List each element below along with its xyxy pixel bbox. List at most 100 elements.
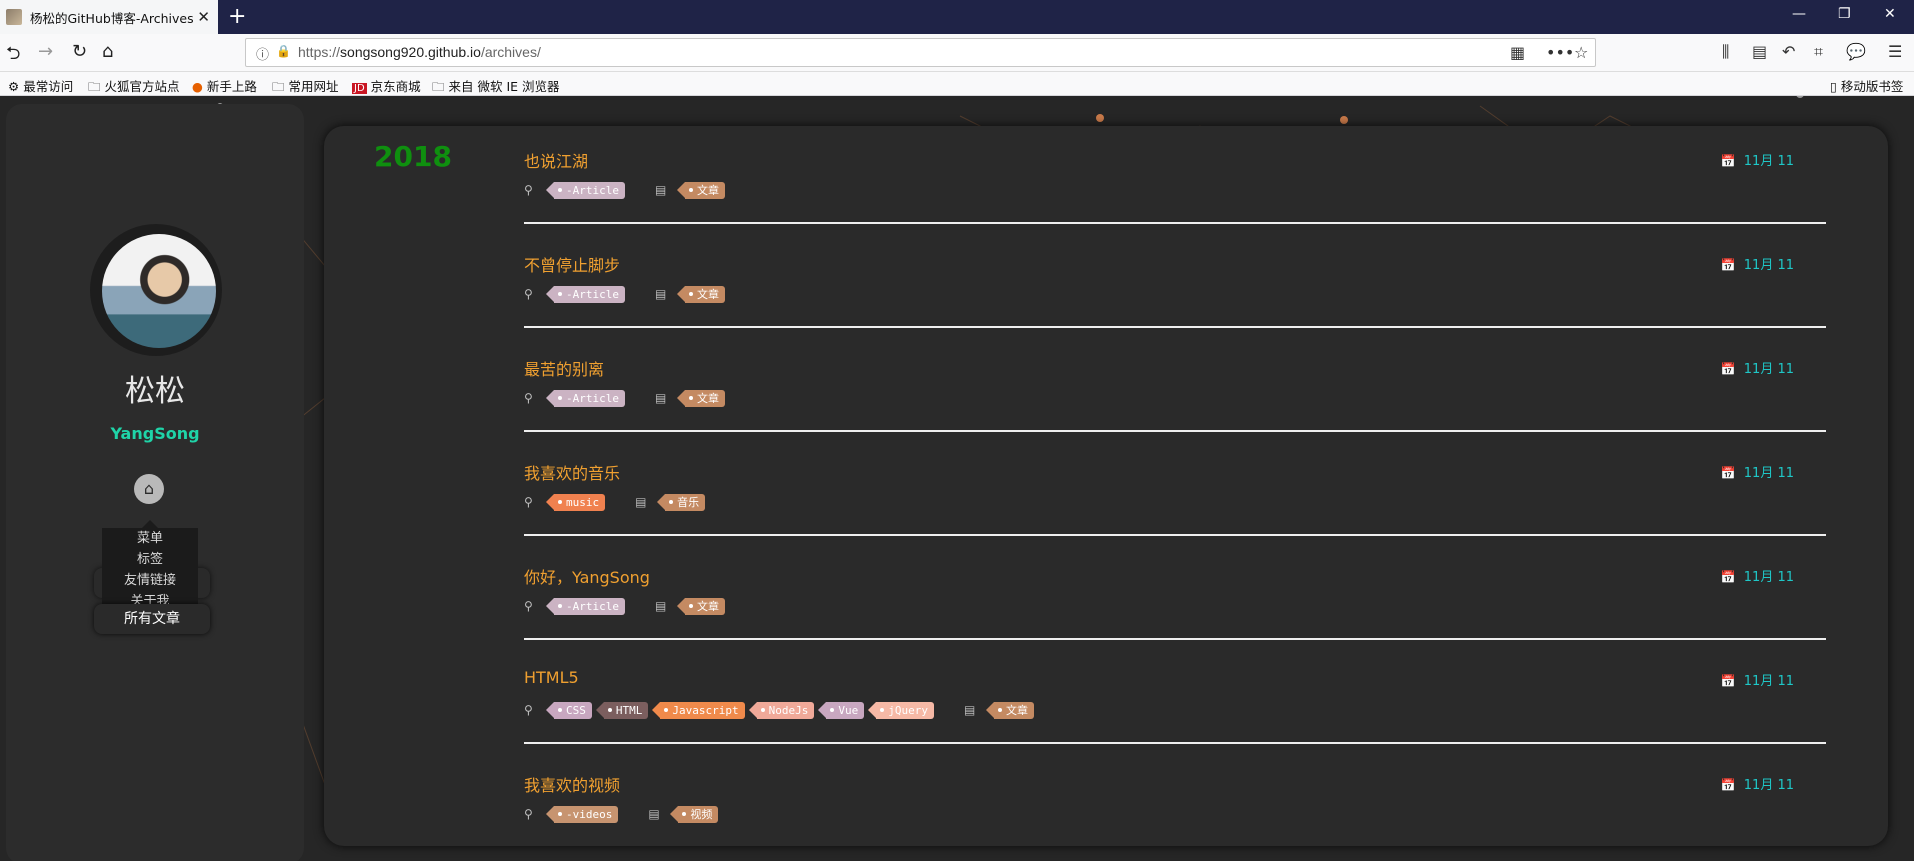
firefox-icon: ●: [192, 79, 203, 94]
post-title-link[interactable]: 你好，YangSong: [524, 564, 650, 588]
post-date: 📅 11月 11: [1721, 566, 1794, 585]
post-divider: [524, 742, 1826, 744]
post-title-link[interactable]: 最苦的别离: [524, 356, 604, 380]
folder-icon: 🗀: [432, 79, 445, 94]
page-actions-icon[interactable]: •••: [1546, 43, 1574, 62]
post-date: 📅 11月 11: [1721, 670, 1794, 689]
active-tab[interactable]: 杨松的GitHub博客-Archives | ✕: [0, 0, 218, 34]
post-date: 📅 11月 11: [1721, 774, 1794, 793]
tag-link[interactable]: -Article: [546, 597, 625, 615]
chat-icon[interactable]: 💬: [1846, 42, 1866, 61]
tag-link[interactable]: NodeJs: [748, 701, 815, 719]
archive-year: 2018: [374, 140, 452, 173]
minimize-icon[interactable]: —: [1792, 6, 1806, 22]
bookmark-most-visited[interactable]: ⚙ 最常访问: [8, 76, 73, 95]
mobile-bookmarks[interactable]: ▯ 移动版书签: [1830, 76, 1903, 95]
restore-icon[interactable]: ❐: [1838, 6, 1851, 22]
post-divider: [524, 430, 1826, 432]
address-bar[interactable]: ⓘ 🔒 https://songsong920.github.io/archiv…: [245, 38, 1596, 67]
category-link[interactable]: 文章: [676, 181, 725, 199]
category-book-icon: ▤: [648, 807, 660, 821]
post-date-text: 11月 11: [1743, 778, 1794, 793]
tag-link[interactable]: Javascript: [652, 701, 745, 719]
site-favicon-icon: [6, 9, 22, 25]
hamburger-menu-icon[interactable]: ☰: [1888, 42, 1902, 61]
tag-link[interactable]: -Article: [546, 181, 625, 199]
category-link[interactable]: 文章: [676, 285, 725, 303]
tag-link[interactable]: -Article: [546, 285, 625, 303]
tab-title: 杨松的GitHub博客-Archives |: [30, 10, 196, 26]
library-icon[interactable]: ⫼: [1722, 42, 1729, 62]
bookmark-label: 京东商城: [370, 79, 421, 94]
post-title-link[interactable]: 不曾停止脚步: [524, 252, 620, 276]
tag-link[interactable]: -Article: [546, 389, 625, 407]
category-link[interactable]: 文章: [676, 389, 725, 407]
all-posts-button[interactable]: 所有文章: [94, 604, 210, 634]
home-icon[interactable]: ⌂: [102, 41, 113, 62]
info-icon[interactable]: ⓘ: [256, 44, 269, 63]
calendar-icon: 📅: [1720, 466, 1736, 480]
tag-link[interactable]: CSS: [546, 701, 592, 719]
tag-link[interactable]: jQuery: [868, 701, 934, 719]
tag-link[interactable]: Vue: [818, 701, 865, 719]
undo-icon[interactable]: ↶: [1782, 42, 1795, 61]
calendar-icon: 📅: [1720, 778, 1736, 792]
category-link[interactable]: 文章: [985, 701, 1034, 719]
nav-bar: ⮌ → ↻ ⌂ ⓘ 🔒 https://songsong920.github.i…: [0, 34, 1914, 72]
calendar-icon: 📅: [1720, 362, 1736, 376]
author-name: 松松: [125, 374, 185, 409]
post-title-link[interactable]: HTML5: [524, 668, 579, 687]
post-item: HTML5 📅 11月 11 ⚲ CSS HTML Javascript NodeJs Vue j…: [524, 660, 1826, 764]
bookmark-star-icon[interactable]: ☆: [1574, 43, 1588, 62]
post-item: 我喜欢的视频 📅 11月 11 ⚲ -videos ▤ 视频: [524, 764, 1826, 846]
post-item: 最苦的别离 📅 11月 11 ⚲ -Article ▤ 文章: [524, 348, 1826, 452]
category-book-icon: ▤: [654, 183, 667, 197]
post-title-link[interactable]: 我喜欢的音乐: [524, 460, 620, 484]
qr-code-icon[interactable]: ▦: [1510, 43, 1525, 62]
post-tags: ⚲ -Article ▤ 文章: [524, 180, 729, 200]
menu-item-menu[interactable]: 菜单: [102, 528, 198, 549]
window-close-icon[interactable]: ✕: [1884, 6, 1896, 22]
category-link[interactable]: 视频: [670, 805, 719, 823]
bookmark-jd[interactable]: JD 京东商城: [352, 76, 421, 95]
calendar-icon: 📅: [1720, 258, 1736, 272]
tag-icon: ⚲: [524, 183, 533, 197]
post-title-link[interactable]: 我喜欢的视频: [524, 772, 620, 796]
url-domain: songsong920.github.io: [340, 44, 481, 60]
forward-icon[interactable]: →: [38, 41, 53, 62]
menu-toggle-button[interactable]: ⌂: [134, 474, 164, 504]
post-date: 📅 11月 11: [1721, 462, 1794, 481]
folder-icon: 🗀: [272, 79, 285, 94]
menu-item-tags[interactable]: 标签: [102, 549, 198, 570]
tag-icon: ⚲: [524, 599, 533, 613]
post-tags: ⚲ -videos ▤ 视频: [524, 804, 722, 824]
new-tab-icon[interactable]: +: [228, 4, 246, 29]
lock-icon: 🔒: [276, 44, 291, 58]
post-title-link[interactable]: 也说江湖: [524, 148, 588, 172]
tab-bar: 杨松的GitHub博客-Archives | ✕ + — ❐ ✕: [0, 0, 1914, 34]
post-tags: ⚲ -Article ▤ 文章: [524, 388, 729, 408]
tag-icon: ⚲: [524, 807, 533, 821]
bookmarks-bar: ⚙ 最常访问 🗀 火狐官方站点 ● 新手上路 🗀 常用网址 JD 京东商城 🗀 来自 微软 …: [0, 72, 1914, 96]
category-link[interactable]: 文章: [676, 597, 725, 615]
archive-panel: 2018 也说江湖 📅 11月 11 ⚲ -Article ▤ 文章 不曾停止脚步 📅 11月 1…: [324, 126, 1888, 846]
close-tab-icon[interactable]: ✕: [197, 8, 210, 26]
sidebar-toggle-icon[interactable]: ▤: [1752, 42, 1767, 61]
menu-item-links[interactable]: 友情链接: [102, 570, 198, 591]
tag-link[interactable]: music: [545, 493, 606, 511]
avatar[interactable]: [102, 234, 216, 348]
url-text[interactable]: https://songsong920.github.io/archives/: [298, 44, 541, 60]
category-link[interactable]: 音乐: [657, 493, 706, 511]
post-item: 你好，YangSong 📅 11月 11 ⚲ -Article ▤ 文章: [524, 556, 1826, 660]
tag-link[interactable]: -videos: [545, 805, 619, 823]
bookmark-getting-started[interactable]: ● 新手上路: [192, 76, 257, 95]
screenshot-crop-icon[interactable]: ⌗: [1814, 42, 1823, 62]
post-item: 不曾停止脚步 📅 11月 11 ⚲ -Article ▤ 文章: [524, 244, 1826, 348]
back-icon[interactable]: ⮌: [6, 41, 20, 71]
post-date-text: 11月 11: [1743, 570, 1794, 585]
url-scheme: https://: [298, 44, 341, 60]
reload-icon[interactable]: ↻: [72, 41, 87, 62]
mobile-icon: ▯: [1830, 79, 1837, 94]
jd-icon: JD: [352, 83, 367, 94]
tag-link[interactable]: HTML: [595, 701, 649, 719]
